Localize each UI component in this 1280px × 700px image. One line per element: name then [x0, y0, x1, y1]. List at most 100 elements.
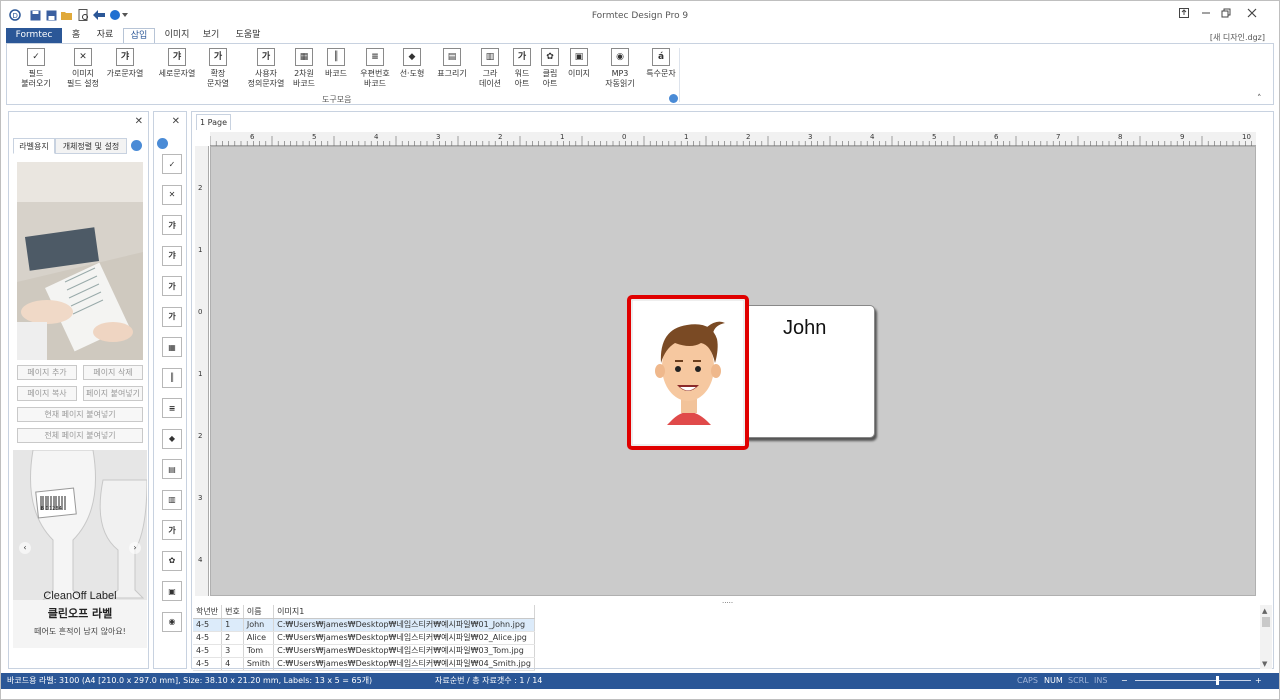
table-cell[interactable]: 4-5	[193, 657, 223, 671]
tab-home[interactable]: 홈	[65, 28, 87, 44]
column-header[interactable]: 번호	[221, 605, 244, 619]
collapse-ribbon-icon[interactable]: ˄	[1257, 94, 1262, 104]
zoom-in-icon[interactable]: +	[1255, 673, 1262, 689]
refresh-icon[interactable]	[131, 140, 142, 151]
table-cell[interactable]: Alice	[243, 631, 275, 645]
custom-text-button[interactable]: 가 사용자 정의문자열	[241, 48, 291, 89]
close-icon[interactable]	[1243, 7, 1261, 23]
ad-next-icon[interactable]: ›	[129, 542, 141, 554]
table-cell[interactable]: C:₩Users₩james₩Desktop₩네임스티커₩예시파일₩02_Ali…	[273, 631, 535, 645]
ribbon-options-icon[interactable]	[1175, 7, 1193, 23]
table-cell[interactable]: C:₩Users₩james₩Desktop₩네임스티커₩예시파일₩03_Tom…	[273, 644, 535, 658]
label-name-text[interactable]: John	[783, 317, 826, 340]
table-cell[interactable]: 1	[221, 618, 244, 632]
tool-postal-barcode-icon[interactable]: ≡	[162, 398, 182, 418]
vertical-text-button[interactable]: 갸 세로문자열	[157, 48, 197, 79]
table-scrollbar[interactable]: ▲ ▼	[1260, 605, 1272, 669]
tool-image-icon[interactable]: ▣	[162, 581, 182, 601]
shapes-button[interactable]: ◆ 선·도형	[399, 48, 425, 79]
table-row[interactable]: 4-5 3 Tom C:₩Users₩james₩Desktop₩네임스티커₩예시파일…	[193, 644, 535, 658]
tool-load-fields-icon[interactable]: ✓	[162, 154, 182, 174]
load-fields-button[interactable]: ✓ 필드 불러오기	[21, 48, 51, 89]
tab-insert[interactable]: 삽입	[123, 28, 155, 44]
left-panel-close-icon[interactable]: ✕	[135, 116, 143, 127]
tool-barcode-icon[interactable]: ║	[162, 367, 182, 388]
tool-mp3-icon[interactable]: ◉	[162, 611, 182, 632]
table-cell[interactable]: John	[243, 618, 275, 632]
scroll-down-icon[interactable]: ▼	[1262, 660, 1267, 668]
postal-barcode-button[interactable]: ≡ 우편번호 바코드	[355, 48, 395, 89]
page-tab[interactable]: 1 Page	[196, 114, 231, 130]
column-header[interactable]: 학년반	[193, 605, 223, 619]
table-cell[interactable]: 4-5	[193, 631, 223, 645]
column-header[interactable]: 이름	[243, 605, 275, 619]
tool-clip-art-icon[interactable]: ✿	[162, 550, 182, 571]
table-cell[interactable]: 4-5	[193, 618, 223, 632]
barcode-button[interactable]: ║ 바코드	[323, 48, 349, 79]
design-canvas[interactable]: John	[210, 146, 1256, 596]
tool-custom-text-icon[interactable]: 가	[162, 306, 182, 327]
table-cell[interactable]: C:₩Users₩james₩Desktop₩네임스티커₩예시파일₩01_Joh…	[273, 618, 535, 632]
table-cell[interactable]: 2	[221, 631, 244, 645]
tab-object-align[interactable]: 개체정렬 및 설정	[55, 138, 127, 154]
image-button[interactable]: ▣ 이미지	[565, 48, 593, 79]
delete-page-button[interactable]: 페이지 삭제	[83, 365, 143, 380]
table-cell[interactable]: 3	[221, 644, 244, 658]
ad-banner[interactable]: 8 01234 ‹ › CleanOff Label 클린오프 라벨 떼어도 흔…	[13, 450, 147, 648]
special-chars-button[interactable]: á 특수문자	[643, 48, 679, 79]
tool-vertical-text-icon[interactable]: 갸	[162, 245, 182, 266]
zoom-slider[interactable]	[1135, 680, 1251, 681]
splitter-grip[interactable]: .....	[722, 597, 733, 605]
paste-all-pages-button[interactable]: 전체 페이지 붙여넣기	[17, 428, 143, 443]
scroll-up-icon[interactable]: ▲	[1262, 607, 1267, 615]
mp3-autoread-button[interactable]: ◉ MP3 자동읽기	[599, 48, 641, 89]
tool-word-art-icon[interactable]: 가	[162, 520, 182, 540]
tab-image[interactable]: 이미지	[161, 28, 193, 44]
table-cell[interactable]: 4	[221, 657, 244, 671]
image-field-settings-button[interactable]: ✕ 이미지 필드 설정	[63, 48, 103, 89]
table-cell[interactable]: Tom	[243, 644, 275, 658]
tool-image-field-icon[interactable]: ✕	[162, 184, 182, 205]
table-row[interactable]: 4-5 1 John C:₩Users₩james₩Desktop₩네임스티커₩예시파…	[193, 618, 535, 632]
table-cell[interactable]: Smith	[243, 657, 275, 671]
zoom-slider-thumb[interactable]	[1216, 676, 1219, 685]
tab-label-paper[interactable]: 라벨용지	[13, 138, 55, 154]
image-field-selected[interactable]	[627, 295, 749, 450]
restore-icon[interactable]	[1217, 7, 1235, 23]
zoom-out-icon[interactable]: −	[1121, 673, 1128, 689]
toolstrip-refresh-icon[interactable]	[157, 138, 168, 149]
table-row[interactable]: 4-5 4 Smith C:₩Users₩james₩Desktop₩네임스티커₩예시…	[193, 657, 535, 671]
extended-text-button[interactable]: 가 확장 문자열	[201, 48, 235, 89]
draw-table-button[interactable]: ▤ 표그리기	[435, 48, 469, 79]
dialog-launcher-icon[interactable]	[669, 94, 678, 103]
tab-help[interactable]: 도움말	[231, 28, 265, 44]
table-cell[interactable]: 4-5	[193, 644, 223, 658]
gradation-button[interactable]: ▥ 그라 데이션	[477, 48, 503, 89]
paste-current-page-button[interactable]: 현재 페이지 붙여넣기	[17, 407, 143, 422]
tool-gradation-icon[interactable]: ▥	[162, 489, 182, 510]
ad-prev-icon[interactable]: ‹	[19, 542, 31, 554]
paste-page-button[interactable]: 페이지 붙여넣기	[83, 386, 143, 401]
tool-draw-table-icon[interactable]: ▤	[162, 459, 182, 479]
minimize-icon[interactable]	[1197, 7, 1215, 23]
data-table[interactable]: 학년반 번호 이름 이미지1 4-5 1 John C:₩Users₩james₩Deskt…	[193, 605, 1256, 671]
word-art-button[interactable]: 가 워드 아트	[509, 48, 535, 89]
tab-formtec[interactable]: Formtec	[6, 28, 62, 44]
clip-art-button[interactable]: ✿ 클립 아트	[537, 48, 563, 89]
tab-view[interactable]: 보기	[199, 28, 223, 44]
tab-data[interactable]: 자료	[93, 28, 117, 44]
add-page-button[interactable]: 페이지 추가	[17, 365, 77, 380]
horizontal-text-button[interactable]: 갸 가로문자열	[105, 48, 145, 79]
toolstrip-close-icon[interactable]: ✕	[172, 116, 180, 127]
horizontal-text-label: 가로문자열	[106, 69, 144, 78]
table-row[interactable]: 4-5 2 Alice C:₩Users₩james₩Desktop₩네임스티커₩예시…	[193, 631, 535, 645]
scroll-thumb[interactable]	[1262, 617, 1270, 627]
copy-page-button[interactable]: 페이지 복사	[17, 386, 77, 401]
tool-horizontal-text-icon[interactable]: 갸	[162, 215, 182, 235]
table-cell[interactable]: C:₩Users₩james₩Desktop₩네임스티커₩예시파일₩04_Smi…	[273, 657, 535, 671]
column-header[interactable]: 이미지1	[273, 605, 535, 619]
tool-extended-text-icon[interactable]: 가	[162, 276, 182, 296]
2d-barcode-button[interactable]: ▦ 2차원 바코드	[289, 48, 319, 89]
tool-shapes-icon[interactable]: ◆	[162, 428, 182, 449]
tool-2d-barcode-icon[interactable]: ▦	[162, 337, 182, 357]
